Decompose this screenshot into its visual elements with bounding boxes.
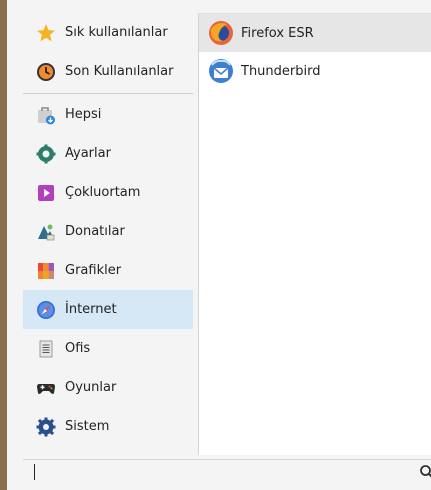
- document-icon: [36, 339, 56, 359]
- category-system[interactable]: Sistem: [23, 407, 193, 446]
- category-favorites[interactable]: Sık kullanılanlar: [23, 13, 193, 52]
- menu-window: Sık kullanılanlar Son Kullanılanlar Heps…: [7, 0, 431, 490]
- category-label: Donatılar: [65, 224, 125, 239]
- compass-icon: [36, 300, 56, 320]
- category-accessories[interactable]: Donatılar: [23, 212, 193, 251]
- app-label: Thunderbird: [241, 63, 321, 79]
- category-label: Sık kullanılanlar: [65, 25, 168, 40]
- clock-icon: [36, 62, 56, 82]
- accessories-icon: [36, 222, 56, 242]
- app-thunderbird[interactable]: Thunderbird: [199, 52, 431, 90]
- play-icon: [36, 183, 56, 203]
- category-settings[interactable]: Ayarlar: [23, 134, 193, 173]
- gear-icon: [36, 144, 56, 164]
- category-label: Ayarlar: [65, 146, 111, 161]
- category-games[interactable]: Oyunlar: [23, 368, 193, 407]
- category-label: Çokluortam: [65, 185, 141, 200]
- text-cursor: [34, 464, 35, 480]
- shopping-bag-icon: [36, 105, 56, 125]
- category-list: Sık kullanılanlar Son Kullanılanlar Heps…: [23, 13, 193, 446]
- category-graphics[interactable]: Grafikler: [23, 251, 193, 290]
- gear-icon: [36, 417, 56, 437]
- category-label: Son Kullanılanlar: [65, 64, 174, 79]
- thunderbird-icon: [207, 57, 235, 85]
- category-label: İnternet: [65, 302, 117, 317]
- gamepad-icon: [36, 378, 56, 398]
- category-label: Hepsi: [65, 107, 102, 122]
- star-icon: [36, 23, 56, 43]
- category-office[interactable]: Ofis: [23, 329, 193, 368]
- category-label: Ofis: [65, 341, 91, 356]
- category-multimedia[interactable]: Çokluortam: [23, 173, 193, 212]
- app-list: Firefox ESR Thunderbird: [198, 13, 431, 455]
- category-internet[interactable]: İnternet: [23, 290, 193, 329]
- category-recent[interactable]: Son Kullanılanlar: [23, 52, 193, 91]
- category-label: Oyunlar: [65, 380, 117, 395]
- category-label: Grafikler: [65, 263, 122, 278]
- app-label: Firefox ESR: [241, 25, 314, 41]
- category-all[interactable]: Hepsi: [23, 95, 193, 134]
- category-label: Sistem: [65, 419, 110, 434]
- search-input[interactable]: [23, 460, 418, 483]
- category-separator: [23, 93, 193, 94]
- app-firefox-esr[interactable]: Firefox ESR: [199, 14, 431, 52]
- search-bar: [23, 459, 431, 483]
- palette-icon: [36, 261, 56, 281]
- search-icon[interactable]: [418, 463, 431, 481]
- firefox-icon: [207, 19, 235, 47]
